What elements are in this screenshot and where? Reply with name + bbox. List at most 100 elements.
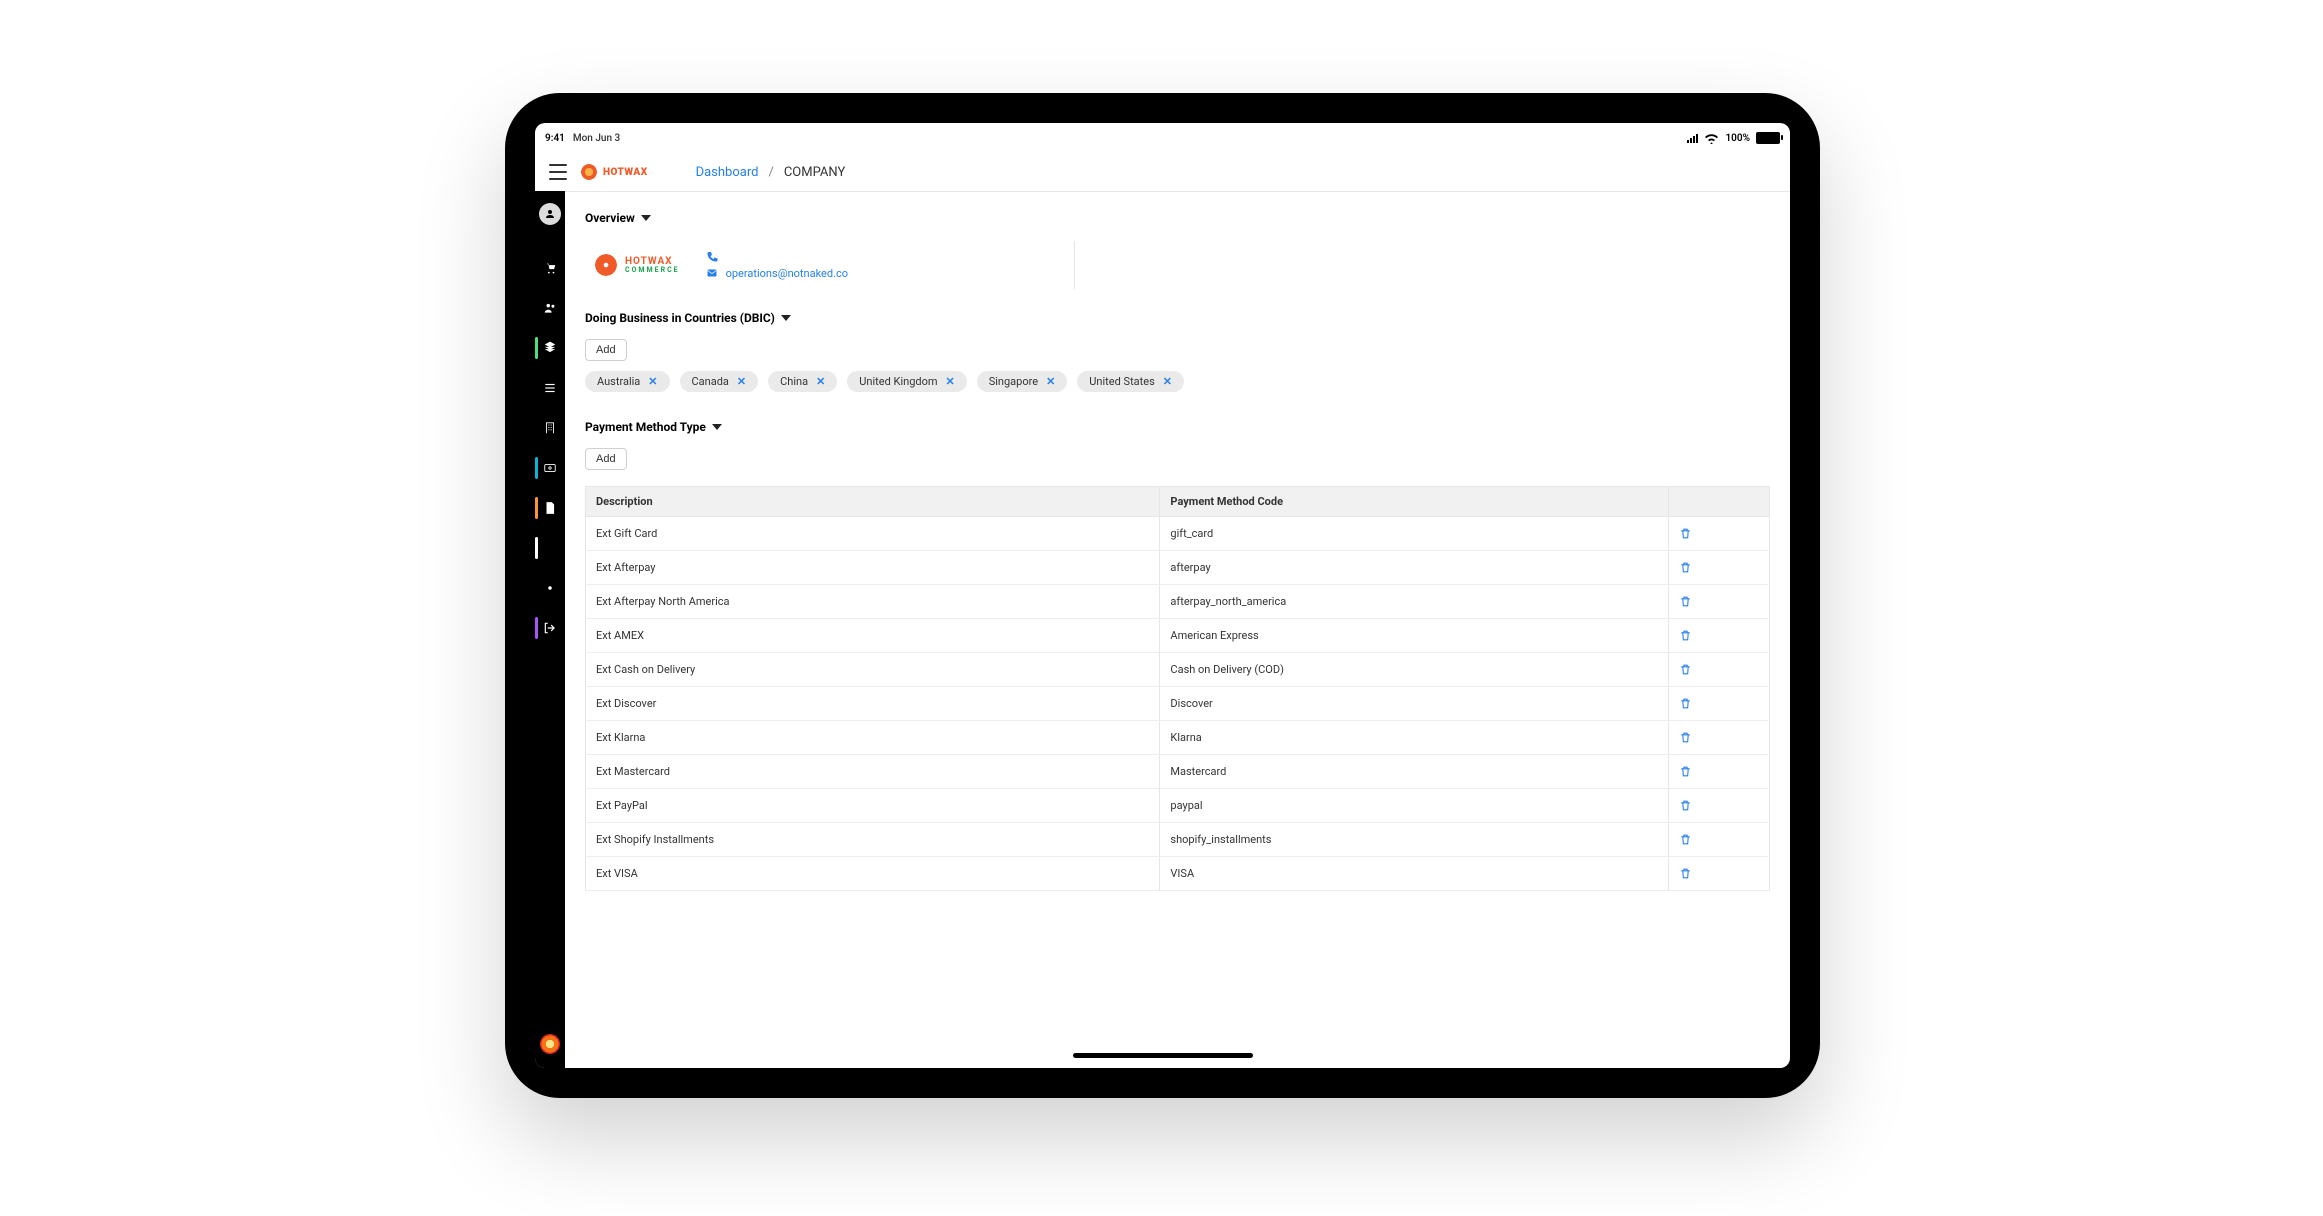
status-date: Mon Jun 3: [573, 133, 620, 144]
cell-description: Ext Klarna: [586, 721, 1160, 755]
cell-code: afterpay_north_america: [1160, 585, 1669, 619]
cell-actions: [1669, 517, 1770, 551]
country-chip: Australia ✕: [585, 371, 670, 392]
delete-payment-button[interactable]: [1679, 731, 1759, 744]
country-chip: Singapore ✕: [977, 371, 1068, 392]
delete-payment-button[interactable]: [1679, 799, 1759, 812]
delete-payment-button[interactable]: [1679, 629, 1759, 642]
remove-country-icon[interactable]: ✕: [737, 375, 746, 388]
sidebar-item-logout[interactable]: [541, 619, 559, 637]
sidebar-item-shipping[interactable]: [541, 339, 559, 357]
sidebar-item-docs[interactable]: [541, 499, 559, 517]
country-chip-label: Australia: [597, 375, 640, 388]
delete-payment-button[interactable]: [1679, 595, 1759, 608]
cell-description: Ext PayPal: [586, 789, 1160, 823]
country-chip-label: Singapore: [989, 375, 1038, 388]
table-row: Ext Shopify Installmentsshopify_installm…: [586, 823, 1770, 857]
table-row: Ext Cash on DeliveryCash on Delivery (CO…: [586, 653, 1770, 687]
cell-actions: [1669, 789, 1770, 823]
col-description: Description: [586, 487, 1160, 517]
breadcrumb-current: COMPANY: [784, 165, 845, 180]
cell-code: Klarna: [1160, 721, 1669, 755]
country-chip: Canada ✕: [680, 371, 759, 392]
table-row: Ext MastercardMastercard: [586, 755, 1770, 789]
add-payment-button[interactable]: Add: [585, 448, 627, 470]
table-row: Ext KlarnaKlarna: [586, 721, 1770, 755]
delete-payment-button[interactable]: [1679, 867, 1759, 880]
company-email[interactable]: operations@notnaked.co: [706, 267, 848, 280]
brand-logo[interactable]: HOTWAX: [581, 164, 648, 180]
delete-payment-button[interactable]: [1679, 833, 1759, 846]
statusbar: 9:41 Mon Jun 3 100%: [535, 123, 1790, 153]
cell-description: Ext Discover: [586, 687, 1160, 721]
cell-actions: [1669, 687, 1770, 721]
delete-payment-button[interactable]: [1679, 527, 1759, 540]
menu-toggle[interactable]: [549, 164, 567, 180]
sidebar-item-building[interactable]: [541, 419, 559, 437]
cell-description: Ext Afterpay North America: [586, 585, 1160, 619]
remove-country-icon[interactable]: ✕: [946, 375, 955, 388]
col-code: Payment Method Code: [1160, 487, 1669, 517]
status-time: 9:41: [545, 133, 565, 144]
breadcrumb-root[interactable]: Dashboard: [696, 165, 759, 180]
sidebar-avatar[interactable]: [539, 203, 561, 225]
remove-country-icon[interactable]: ✕: [816, 375, 825, 388]
delete-payment-button[interactable]: [1679, 561, 1759, 574]
country-chip: United Kingdom ✕: [847, 371, 966, 392]
sidebar-item-payments[interactable]: [541, 459, 559, 477]
delete-payment-button[interactable]: [1679, 663, 1759, 676]
countries-chips: Australia✕Canada✕China✕United Kingdom✕Si…: [585, 371, 1770, 392]
remove-country-icon[interactable]: ✕: [1046, 375, 1055, 388]
country-chip-label: United States: [1089, 375, 1154, 388]
section-payment[interactable]: Payment Method Type: [585, 420, 1770, 434]
cell-description: Ext Mastercard: [586, 755, 1160, 789]
battery-icon: [1756, 132, 1780, 144]
breadcrumb-sep: /: [768, 165, 773, 180]
cellular-icon: [1687, 134, 1698, 143]
company-logo: HOTWAX COMMERCE: [595, 254, 680, 276]
battery-text: 100%: [1725, 133, 1750, 144]
company-logo-top: HOTWAX: [625, 257, 680, 267]
company-email-text: operations@notnaked.co: [726, 267, 848, 280]
country-chip-label: Canada: [692, 375, 729, 388]
home-indicator[interactable]: [1073, 1053, 1253, 1058]
cell-code: gift_card: [1160, 517, 1669, 551]
remove-country-icon[interactable]: ✕: [648, 375, 657, 388]
company-phone[interactable]: [706, 251, 848, 263]
sidebar-item-users[interactable]: [541, 299, 559, 317]
section-overview[interactable]: Overview: [585, 211, 1770, 225]
country-chip-label: China: [780, 375, 808, 388]
company-logo-bottom: COMMERCE: [625, 267, 680, 274]
topbar: HOTWAX Dashboard / COMPANY: [535, 153, 1790, 192]
cell-code: paypal: [1160, 789, 1669, 823]
sidebar-item-list[interactable]: [541, 379, 559, 397]
cell-actions: [1669, 721, 1770, 755]
company-logo-icon: [595, 254, 617, 276]
country-chip-label: United Kingdom: [859, 375, 937, 388]
cell-description: Ext AMEX: [586, 619, 1160, 653]
breadcrumb: Dashboard / COMPANY: [696, 165, 846, 180]
delete-payment-button[interactable]: [1679, 765, 1759, 778]
cell-code: shopify_installments: [1160, 823, 1669, 857]
country-chip: United States ✕: [1077, 371, 1184, 392]
table-row: Ext AMEXAmerican Express: [586, 619, 1770, 653]
table-row: Ext DiscoverDiscover: [586, 687, 1770, 721]
cell-actions: [1669, 653, 1770, 687]
cell-code: afterpay: [1160, 551, 1669, 585]
section-dbic-label: Doing Business in Countries (DBIC): [585, 311, 775, 325]
cell-actions: [1669, 857, 1770, 891]
caret-icon: [781, 315, 791, 321]
section-dbic[interactable]: Doing Business in Countries (DBIC): [585, 311, 1770, 325]
delete-payment-button[interactable]: [1679, 697, 1759, 710]
caret-icon: [641, 215, 651, 221]
cell-code: Mastercard: [1160, 755, 1669, 789]
sidebar-item-cart[interactable]: [541, 259, 559, 277]
cell-code: VISA: [1160, 857, 1669, 891]
add-country-button[interactable]: Add: [585, 339, 627, 361]
divider: [1074, 241, 1075, 289]
sidebar-brand-icon: [540, 1034, 560, 1054]
overview-card: HOTWAX COMMERCE operations@notnaked.co: [585, 235, 1770, 303]
caret-icon: [712, 424, 722, 430]
sidebar-item-settings[interactable]: [541, 579, 559, 597]
remove-country-icon[interactable]: ✕: [1163, 375, 1172, 388]
